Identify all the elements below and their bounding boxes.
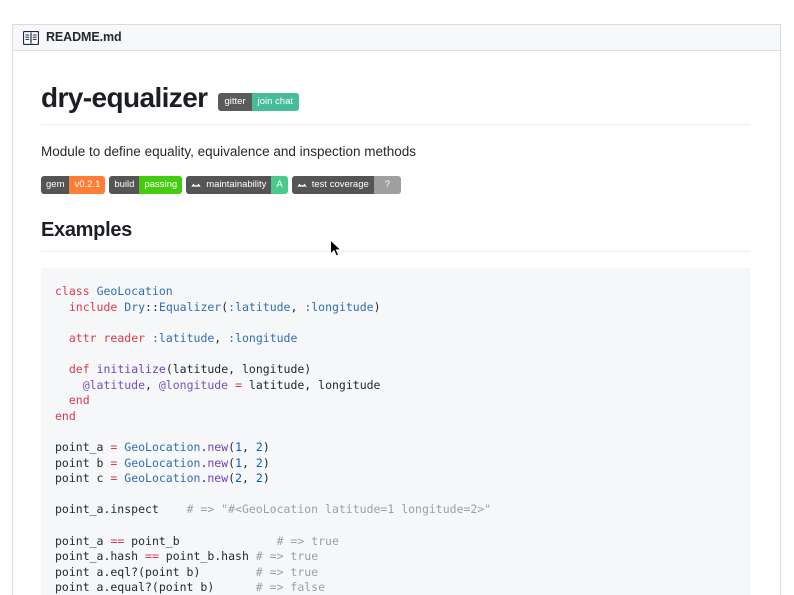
- code-block: class GeoLocation include Dry::Equalizer…: [41, 268, 750, 595]
- book-icon: [23, 30, 39, 45]
- test-coverage-badge-value: ?: [373, 176, 402, 195]
- page-title: dry-equalizer: [41, 82, 208, 113]
- section-heading-examples: Examples: [41, 219, 132, 242]
- filename-label: README.md: [46, 30, 122, 45]
- maintainability-badge-value: A: [271, 176, 288, 195]
- build-status-badge-label: build: [109, 176, 140, 195]
- gem-version-badge-label: gem: [41, 176, 70, 195]
- codeclimate-icon: [191, 183, 201, 188]
- gem-version-badge-value: v0.2.1: [69, 176, 106, 195]
- test-coverage-badge-label-group: test coverage: [291, 176, 374, 195]
- test-coverage-badge[interactable]: test coverage ?: [291, 176, 402, 195]
- gitter-badge-value: join chat: [251, 92, 299, 111]
- code-content: class GeoLocation include Dry::Equalizer…: [55, 284, 492, 595]
- maintainability-badge-label-group: maintainability: [186, 176, 272, 195]
- title-row: dry-equalizer gitter join chat: [41, 79, 750, 114]
- test-coverage-badge-label: test coverage: [311, 179, 369, 191]
- maintainability-badge-label: maintainability: [206, 179, 267, 191]
- badge-strip: gem v0.2.1 build passing maintainability…: [41, 176, 750, 195]
- readme-body-panel: dry-equalizer gitter join chat Module to…: [12, 51, 781, 595]
- gitter-join-chat-badge[interactable]: gitter join chat: [218, 92, 299, 111]
- maintainability-badge[interactable]: maintainability A: [186, 176, 288, 195]
- build-status-badge-value: passing: [139, 176, 183, 195]
- file-header-bar: README.md: [12, 24, 781, 51]
- codeclimate-icon: [297, 183, 307, 188]
- title-divider: [41, 123, 750, 125]
- readme-preview-window: README.md dry-equalizer gitter join chat…: [0, 0, 794, 595]
- gem-version-badge[interactable]: gem v0.2.1: [41, 176, 106, 195]
- gitter-badge-label: gitter: [218, 92, 252, 111]
- section-divider: [41, 251, 750, 253]
- build-status-badge[interactable]: build passing: [109, 176, 183, 195]
- module-description: Module to define equality, equivalence a…: [41, 143, 417, 159]
